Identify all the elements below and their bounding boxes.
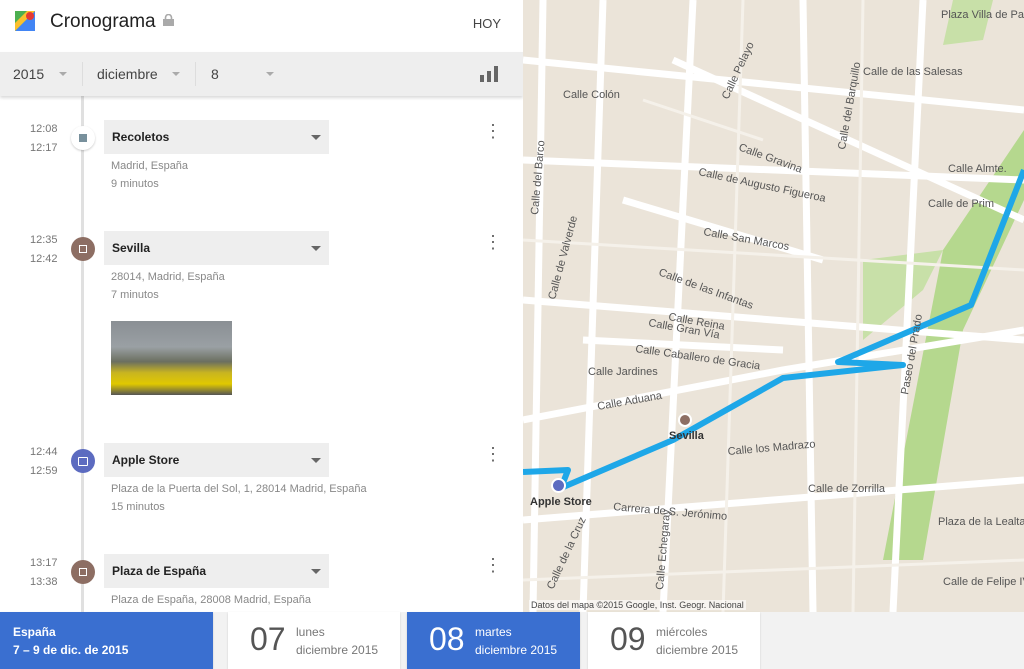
chevron-down-icon [311,569,321,574]
map-canvas[interactable]: Plaza Villa de París Calle de las Salesas… [523,0,1024,612]
event-times: 12:44 12:59 [30,446,58,477]
event-times: 12:08 12:17 [30,123,58,154]
event-address: Madrid, España [111,160,189,172]
date-footer: España 7 – 9 de dic. de 2015 07 lunes di… [0,612,1024,669]
chevron-down-icon [266,72,274,76]
day-tile-07[interactable]: 07 lunes diciembre 2015 [228,612,400,669]
event-times: 12:35 12:42 [30,234,58,265]
street-label: Calle de Prim [928,198,994,210]
event-address: 28014, Madrid, España [111,271,225,283]
chevron-down-icon [311,246,321,251]
street-label: Plaza de la Lealtad [938,516,1024,528]
street-label: Calle los Madrazo [727,438,816,458]
region-summary-tile[interactable]: España 7 – 9 de dic. de 2015 [0,612,213,669]
place-icon [71,560,95,584]
shopping-bag-icon [71,449,95,473]
month-select[interactable]: diciembre [97,52,187,96]
header: Cronograma HOY [0,0,523,52]
event-place-dropdown[interactable]: Recoletos [104,120,329,154]
street-label: Calle de Felipe IV [943,576,1024,588]
region-name: España [13,625,56,639]
month-year: diciembre 2015 [475,643,558,657]
weekday: martes [475,625,512,639]
street-label: Calle San Marcos [702,226,790,253]
day-number: 08 [429,621,465,657]
street-label: Calle del Barco [529,140,547,215]
park-area [943,0,993,45]
day-select[interactable]: 8 [211,52,281,96]
event-duration: 15 minutos [111,501,165,513]
street-label: Calle Echegaray [654,508,673,590]
bar-chart-icon[interactable] [480,66,498,82]
map[interactable]: Plaza Villa de París Calle de las Salesas… [523,0,1024,612]
event-times: 13:17 13:38 [30,557,58,588]
lock-icon [163,14,174,26]
divider [82,62,83,86]
street-label: Calle de las Salesas [863,66,963,78]
timeline-panel: Cronograma HOY 2015 diciembre 8 12:08 12:… [0,0,523,612]
divider [195,62,196,86]
more-options-icon[interactable]: ⋮ [484,445,502,469]
year-value: 2015 [13,66,45,82]
event-place-dropdown[interactable]: Plaza de España [104,554,329,588]
chevron-down-icon [311,458,321,463]
weekday: miércoles [656,625,708,639]
street-label: Calle de Zorrilla [808,483,886,495]
event-address: Plaza de la Puerta del Sol, 1, 28014 Mad… [111,483,367,495]
month-year: diciembre 2015 [656,643,739,657]
google-maps-logo-icon [15,11,35,31]
day-tile-09[interactable]: 09 miércoles diciembre 2015 [588,612,760,669]
event-place-dropdown[interactable]: Sevilla [104,231,329,265]
timeline-line [81,96,84,612]
day-number: 07 [250,621,286,657]
month-year: diciembre 2015 [296,643,379,657]
street-label: Calle de Valverde [546,215,580,301]
sevilla-label: Sevilla [669,430,704,442]
day-tile-08-selected[interactable]: 08 martes diciembre 2015 [407,612,580,669]
month-value: diciembre [97,66,158,82]
today-button[interactable]: HOY [473,16,501,31]
day-value: 8 [211,66,219,82]
apple-store-marker[interactable] [551,478,566,493]
square-icon [71,126,95,150]
date-range: 7 – 9 de dic. de 2015 [13,643,129,657]
street-label: Calle Almte. [948,163,1007,175]
event-duration: 7 minutos [111,289,159,301]
more-options-icon[interactable]: ⋮ [484,556,502,580]
event-address: Plaza de España, 28008 Madrid, España [111,594,311,606]
street-label: Calle de las Infantas [657,267,755,313]
chevron-down-icon [311,135,321,140]
chevron-down-icon [172,72,180,76]
street-label: Calle Aduana [596,390,663,413]
page-title: Cronograma [50,11,156,32]
sevilla-marker[interactable] [678,413,692,427]
map-attribution: Datos del mapa ©2015 Google, Inst. Geogr… [529,600,746,610]
date-filter-bar: 2015 diciembre 8 [0,52,523,96]
event-photo[interactable] [111,321,232,395]
street-label: Calle Colón [563,89,620,101]
more-options-icon[interactable]: ⋮ [484,122,502,146]
event-duration: 9 minutos [111,178,159,190]
apple-store-label: Apple Store [530,496,592,508]
year-select[interactable]: 2015 [13,52,73,96]
street-label: Calle Jardines [588,366,658,378]
more-options-icon[interactable]: ⋮ [484,233,502,257]
event-place-dropdown[interactable]: Apple Store [104,443,329,477]
chevron-down-icon [59,72,67,76]
day-number: 09 [610,621,646,657]
weekday: lunes [296,625,325,639]
street-label: Plaza Villa de París [941,9,1024,21]
place-icon [71,237,95,261]
